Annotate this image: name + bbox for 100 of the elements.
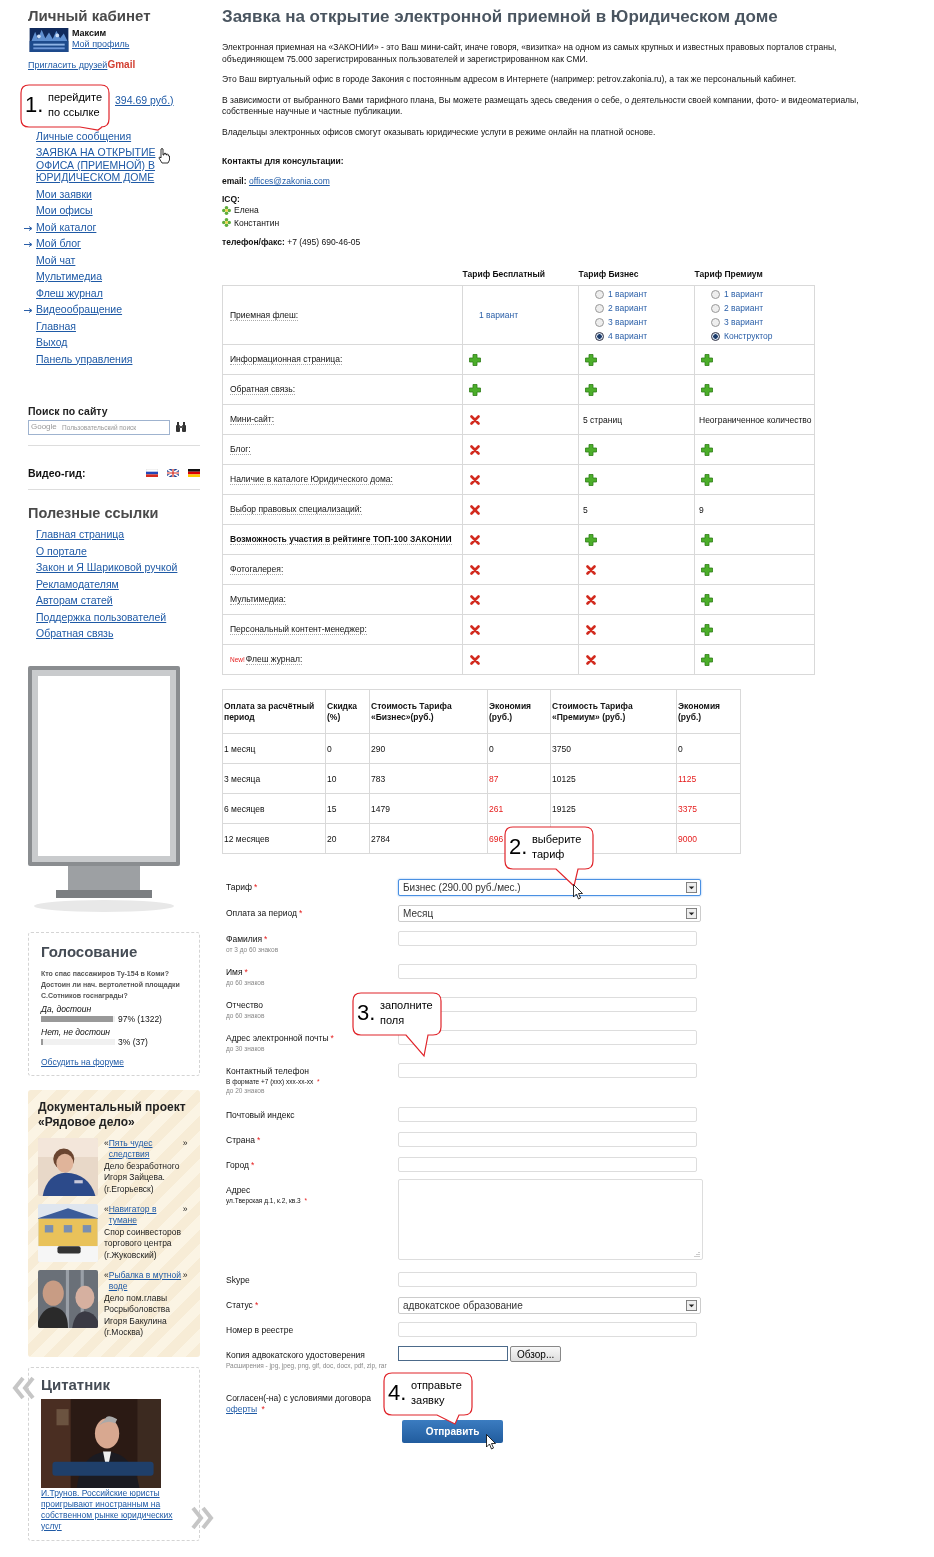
flag-icon[interactable] bbox=[188, 469, 200, 477]
option-label[interactable]: 1 вариант bbox=[724, 287, 764, 301]
option-label[interactable]: 2 вариант bbox=[608, 301, 648, 315]
feature-label: Приемная флеш: bbox=[230, 309, 299, 321]
menu-link[interactable]: ЗАЯВКА НА ОТКРЫТИЕ ОФИСА (ПРИЕМНОЙ) В ЮРИДИЧЕСКОМ ДОМЕ bbox=[36, 146, 164, 184]
feature-label: Фотогалерея: bbox=[230, 564, 284, 575]
project-link[interactable]: Пять чудес следствия bbox=[108, 1137, 183, 1161]
dropdown[interactable]: Бизнес (290.00 руб./мес.) bbox=[398, 879, 701, 896]
caret-icon[interactable] bbox=[686, 1300, 697, 1311]
radio-button[interactable] bbox=[711, 289, 720, 299]
caret-icon[interactable] bbox=[686, 908, 697, 919]
plus-icon bbox=[585, 353, 597, 366]
plus-icon bbox=[701, 533, 713, 546]
radio-button[interactable] bbox=[595, 303, 604, 313]
option-label[interactable]: 1 вариант bbox=[608, 287, 648, 301]
input-field[interactable] bbox=[398, 931, 697, 946]
callout-text: выберите тариф bbox=[532, 832, 583, 862]
profile-link[interactable]: Мой профиль bbox=[72, 39, 130, 49]
useful-link[interactable]: Закон и Я Шариковой ручкой bbox=[36, 561, 178, 573]
useful-link[interactable]: Поддержка пользователей bbox=[36, 610, 167, 623]
required-mark: * bbox=[244, 967, 248, 977]
input-field[interactable] bbox=[398, 1322, 697, 1337]
radio-button[interactable] bbox=[595, 317, 604, 327]
column-header: Стоимость Тарифа «Премиум» (руб.) bbox=[550, 689, 677, 734]
menu-link[interactable]: Мультимедиа bbox=[36, 270, 164, 283]
project-link[interactable]: Навигатор в тумане bbox=[108, 1203, 183, 1227]
pointer-cursor-icon bbox=[486, 1434, 496, 1450]
menu-link[interactable]: 394.69 руб.) bbox=[115, 94, 174, 107]
table-cell: 696 bbox=[489, 833, 504, 844]
useful-link[interactable]: Главная страница bbox=[36, 528, 125, 540]
option-label[interactable]: 3 вариант bbox=[608, 315, 648, 329]
menu-link[interactable]: Видеообращение bbox=[36, 303, 164, 316]
dropdown[interactable]: адвокатское образование bbox=[398, 1297, 701, 1314]
input-field[interactable] bbox=[398, 1063, 697, 1078]
radio-button[interactable] bbox=[711, 317, 720, 327]
menu-link[interactable]: Панель управления bbox=[36, 352, 164, 365]
menu-link[interactable]: Мой каталог bbox=[36, 220, 164, 233]
menu-link[interactable]: Мои заявки bbox=[36, 187, 164, 200]
radio-button[interactable] bbox=[711, 303, 720, 313]
text-area[interactable] bbox=[398, 1179, 703, 1260]
table-cell: 783 bbox=[371, 773, 386, 784]
field-label: Имя bbox=[226, 967, 243, 977]
useful-link[interactable]: Рекламодателям bbox=[36, 577, 119, 590]
contacts-heading: Контакты для консультации: bbox=[222, 156, 345, 166]
step-number: 3. bbox=[357, 1001, 376, 1025]
feature-label: Персональный контент-менеджер: bbox=[230, 624, 367, 635]
radio-button[interactable] bbox=[595, 331, 604, 341]
useful-link[interactable]: О портале bbox=[36, 544, 87, 557]
option-label[interactable]: Конструктор bbox=[724, 329, 773, 343]
table-cell: 3750 bbox=[552, 743, 571, 754]
menu-link[interactable]: Мои офисы bbox=[36, 204, 164, 217]
browse-button[interactable]: Обзор... bbox=[510, 1346, 562, 1362]
menu-link[interactable]: Личные сообщения bbox=[36, 129, 164, 142]
offer-link[interactable]: оферты bbox=[226, 1404, 257, 1414]
plus-icon bbox=[701, 443, 713, 456]
file-field[interactable] bbox=[398, 1346, 508, 1361]
useful-link[interactable]: Авторам статей bbox=[36, 594, 113, 606]
invite-link[interactable]: Пригласить друзей bbox=[28, 60, 108, 70]
field-label: Контактный телефон bbox=[226, 1066, 309, 1076]
next-icon[interactable] bbox=[191, 1505, 215, 1530]
submit-button[interactable]: Отправить bbox=[402, 1420, 503, 1443]
radio-button[interactable] bbox=[711, 331, 720, 341]
input-field[interactable] bbox=[398, 1157, 697, 1172]
menu-link[interactable]: Флеш журнал bbox=[36, 286, 164, 299]
menu-link[interactable]: Мой чат bbox=[36, 253, 164, 266]
option-label[interactable]: 2 вариант bbox=[724, 301, 764, 315]
menu-link[interactable]: Выход bbox=[36, 336, 164, 349]
input-field[interactable] bbox=[398, 1107, 697, 1122]
dropdown[interactable]: Месяц bbox=[398, 905, 701, 922]
quote-link[interactable]: И.Трунов. Российские юристы проигрывают иностранным на собственном рынке юридических услуг bbox=[41, 1487, 187, 1532]
radio-button[interactable] bbox=[595, 289, 604, 299]
caret-icon[interactable] bbox=[686, 882, 697, 893]
useful-link[interactable]: Обратная связь bbox=[36, 627, 114, 639]
required-mark: * bbox=[256, 1135, 261, 1145]
table-cell: 6 месяцев bbox=[224, 803, 265, 814]
feature-label: Флеш журнал: bbox=[245, 654, 303, 665]
plus-icon bbox=[701, 653, 713, 666]
forum-link[interactable]: Обсудить на форуме bbox=[41, 1056, 124, 1067]
menu-link[interactable]: Главная bbox=[36, 319, 164, 332]
project-link[interactable]: Рыбалка в мутной воде bbox=[108, 1269, 183, 1293]
flag-icon[interactable] bbox=[167, 469, 179, 477]
input-field[interactable] bbox=[398, 964, 697, 979]
input-field[interactable] bbox=[398, 1030, 697, 1045]
option-label[interactable]: 3 вариант bbox=[724, 315, 764, 329]
resize-grip-icon[interactable] bbox=[694, 1251, 700, 1257]
menu-link[interactable]: Мой блог bbox=[36, 237, 164, 250]
feature-label: Обратная связь: bbox=[230, 384, 295, 395]
email-link[interactable]: offices@zakonia.com bbox=[248, 176, 330, 186]
input-field[interactable] bbox=[398, 1272, 697, 1287]
field-label: Номер в реестре bbox=[226, 1325, 294, 1335]
column-header: Тариф Премиум bbox=[694, 269, 815, 286]
field-label: Отчество bbox=[226, 1000, 263, 1010]
option-label[interactable]: 4 вариант bbox=[608, 329, 648, 343]
phone-label: телефон/факс: bbox=[222, 237, 285, 247]
feature-label: Информационная страница: bbox=[230, 354, 343, 365]
poll-option: Нет, не достоин bbox=[41, 1026, 187, 1037]
section-title: Полезные ссылки bbox=[28, 505, 160, 521]
binoculars-icon[interactable] bbox=[175, 422, 187, 433]
input-field[interactable] bbox=[398, 1132, 697, 1147]
previous-icon[interactable] bbox=[11, 1375, 35, 1400]
